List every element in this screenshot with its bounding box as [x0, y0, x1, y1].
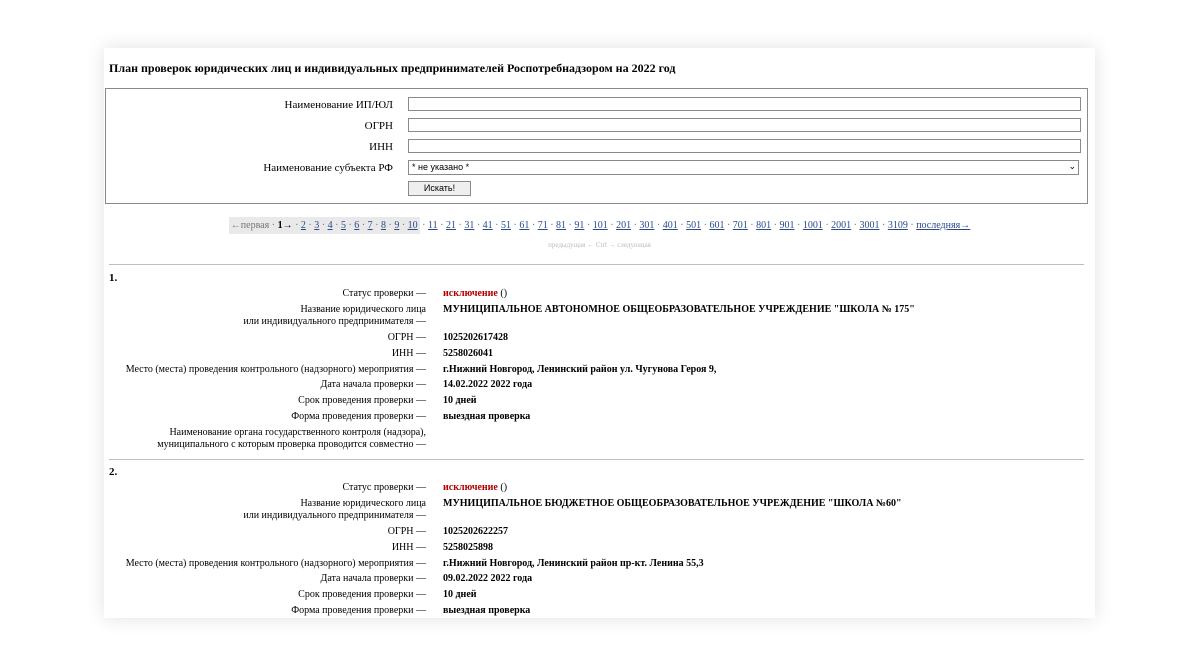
pager-page[interactable]: 3001 — [860, 220, 880, 231]
org-name-label-line2: или индивидуального предпринимателя — — [243, 510, 426, 521]
pagination-group: ←первая · 1→ · 2 · 3 · 4 · 5 · 6 · 7 · 8… — [228, 217, 420, 234]
pager-page[interactable]: 7 — [368, 220, 373, 231]
org-name-value: МУНИЦИПАЛЬНОЕ БЮДЖЕТНОЕ ОБЩЕОБРАЗОВАТЕЛЬ… — [443, 498, 902, 509]
pager-page[interactable]: 91 — [574, 220, 584, 231]
place-label: Место (места) проведения контрольного (н… — [125, 364, 426, 375]
page-title: План проверок юридических лиц и индивиду… — [109, 61, 676, 75]
pager-page[interactable]: 301 — [639, 220, 654, 231]
status-label: Статус проверки — — [342, 288, 426, 299]
duration-label: Срок проведения проверки — — [298, 395, 426, 406]
content-card: План проверок юридических лиц и индивиду… — [104, 48, 1095, 618]
divider — [109, 459, 1084, 460]
region-select-value: * не указано * — [412, 162, 470, 172]
duration-value: 10 дней — [443, 589, 477, 600]
inspection-form-value: выездная проверка — [443, 605, 531, 616]
form-row-inn: ИНН — [106, 138, 1087, 158]
place-label: Место (места) проведения контрольного (н… — [125, 558, 426, 569]
start-date-value: 14.02.2022 2022 года — [443, 379, 533, 390]
pager-page[interactable]: 5 — [341, 220, 346, 231]
ogrn-value: 1025202622257 — [443, 526, 508, 537]
org-name-value: МУНИЦИПАЛЬНОЕ АВТОНОМНОЕ ОБЩЕОБРАЗОВАТЕЛ… — [443, 304, 915, 315]
pager-page[interactable]: 71 — [538, 220, 548, 231]
pagination: ←первая · 1→ · 2 · 3 · 4 · 5 · 6 · 7 · 8… — [104, 217, 1095, 234]
pager-page[interactable]: 8 — [381, 220, 386, 231]
pager-page[interactable]: 2 — [301, 220, 306, 231]
pager-page[interactable]: 81 — [556, 220, 566, 231]
start-date-value: 09.02.2022 2022 года — [443, 573, 533, 584]
pager-page[interactable]: 2001 — [831, 220, 851, 231]
inspection-form-label: Форма проведения проверки — — [291, 411, 426, 422]
start-date-label: Дата начала проверки — — [320, 379, 426, 390]
org-name-label-line2: или индивидуального предпринимателя — — [243, 316, 426, 327]
inspection-form-value: выездная проверка — [443, 411, 531, 422]
joint-authority-label-line1: Наименование органа государственного кон… — [169, 427, 426, 438]
pager-page[interactable]: 501 — [686, 220, 701, 231]
pager-page[interactable]: 41 — [483, 220, 493, 231]
pager-page[interactable]: 11 — [428, 220, 438, 231]
pager-page[interactable]: 3109 — [888, 220, 908, 231]
place-value: г.Нижний Новгород, Ленинский район ул. Ч… — [443, 364, 717, 375]
pager-page[interactable]: 61 — [519, 220, 529, 231]
ogrn-row-label: ОГРН — — [387, 526, 426, 537]
pager-page[interactable]: 51 — [501, 220, 511, 231]
inspection-form-label: Форма проведения проверки — — [291, 605, 426, 616]
pager-page[interactable]: 4 — [328, 220, 333, 231]
record-number: 2. — [109, 466, 118, 478]
status-value: исключение () — [443, 482, 507, 494]
search-form: Наименование ИП/ЮЛ ОГРН ИНН Наименование… — [105, 88, 1088, 204]
place-value: г.Нижний Новгород, Ленинский район пр-кт… — [443, 558, 704, 569]
status-badge: исключение — [443, 482, 498, 493]
inn-value: 5258026041 — [443, 348, 493, 359]
start-date-label: Дата начала проверки — — [320, 573, 426, 584]
org-name-label-line1: Название юридического лица — [300, 498, 426, 509]
pager-first: ←первая — [230, 220, 270, 231]
status-badge: исключение — [443, 288, 498, 299]
pager-page[interactable]: 901 — [779, 220, 794, 231]
search-button[interactable]: Искать! — [408, 181, 471, 196]
status-extra: () — [500, 288, 508, 299]
pager-page[interactable]: 21 — [446, 220, 456, 231]
pager-page[interactable]: 601 — [709, 220, 724, 231]
status-extra: () — [500, 482, 508, 493]
name-label: Наименование ИП/ЮЛ — [284, 99, 393, 111]
pager-page[interactable]: 9 — [394, 220, 399, 231]
pager-page[interactable]: 801 — [756, 220, 771, 231]
pager-page[interactable]: 101 — [593, 220, 608, 231]
duration-value: 10 дней — [443, 395, 477, 406]
inn-row-label: ИНН — — [391, 542, 426, 553]
pager-page[interactable]: 6 — [354, 220, 359, 231]
region-select[interactable]: * не указано * ⌄ — [408, 160, 1079, 175]
pager-page[interactable]: 1001 — [803, 220, 823, 231]
record-number: 1. — [109, 272, 118, 284]
chevron-down-icon: ⌄ — [1068, 161, 1076, 171]
pager-hint: предыдущая ← Ctrl → следующая — [548, 241, 651, 249]
pager-current: 1→ — [277, 220, 293, 231]
inn-label: ИНН — [369, 141, 393, 153]
pager-page[interactable]: 401 — [663, 220, 678, 231]
ogrn-row-label: ОГРН — — [387, 332, 426, 343]
pager-last[interactable]: последняя→ — [916, 220, 970, 231]
form-row-ogrn: ОГРН — [106, 117, 1087, 137]
status-label: Статус проверки — — [342, 482, 426, 493]
pager-page[interactable]: 3 — [314, 220, 319, 231]
region-label: Наименование субъекта РФ — [263, 162, 393, 174]
pager-page[interactable]: 701 — [733, 220, 748, 231]
inn-input[interactable] — [408, 139, 1081, 153]
ogrn-input[interactable] — [408, 118, 1081, 132]
pager-page[interactable]: 31 — [464, 220, 474, 231]
ogrn-label: ОГРН — [364, 120, 393, 132]
org-name-label-line1: Название юридического лица — [300, 304, 426, 315]
inn-value: 5258025898 — [443, 542, 493, 553]
pager-page[interactable]: 10 — [408, 220, 418, 231]
form-row-region: Наименование субъекта РФ * не указано * … — [106, 159, 1087, 179]
status-value: исключение () — [443, 288, 507, 300]
inn-row-label: ИНН — — [391, 348, 426, 359]
divider — [109, 264, 1084, 265]
joint-authority-label-line2: муниципального с которым проверка провод… — [157, 439, 426, 450]
ogrn-value: 1025202617428 — [443, 332, 508, 343]
name-input[interactable] — [408, 97, 1081, 111]
pager-page[interactable]: 201 — [616, 220, 631, 231]
duration-label: Срок проведения проверки — — [298, 589, 426, 600]
form-row-name: Наименование ИП/ЮЛ — [106, 96, 1087, 116]
